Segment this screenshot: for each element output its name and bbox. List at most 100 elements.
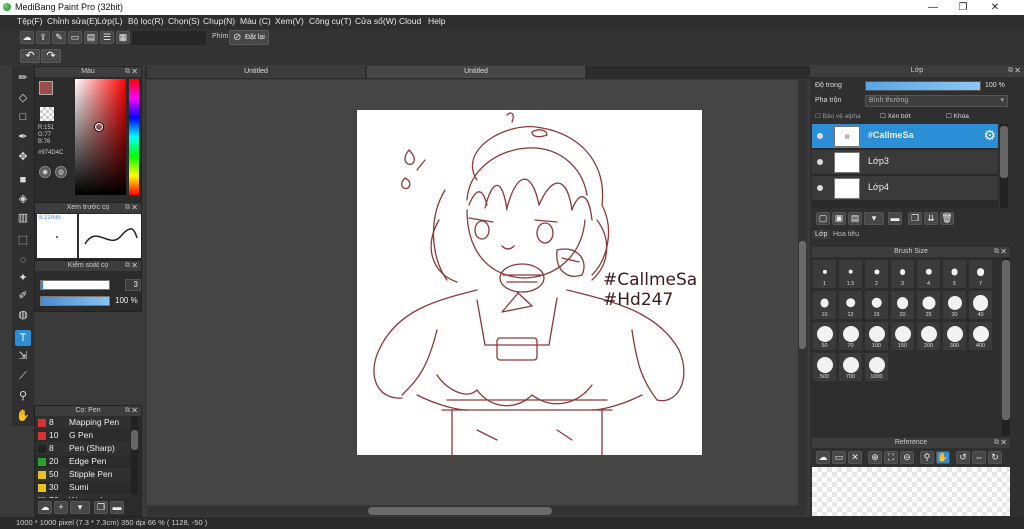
operation-tool-icon[interactable]: ⇲ [15, 348, 31, 364]
list-icon[interactable]: ☰ [100, 31, 114, 44]
clipping-checkbox[interactable]: ☐ Xén bớt [880, 112, 911, 120]
brush-size-cell[interactable]: 4 [916, 259, 941, 289]
maximize-button[interactable]: ❐ [948, 0, 978, 15]
tab-navigator[interactable]: Hoa tiêu [830, 230, 862, 239]
share-icon[interactable]: ⇪ [36, 31, 50, 44]
lasso-tool-icon[interactable]: ◌ [15, 252, 31, 268]
menu-layer[interactable]: Lớp(L) [97, 16, 122, 26]
brush-list-item[interactable]: 10 G Pen [36, 429, 130, 442]
tab-layer[interactable]: Lớp [812, 230, 831, 239]
cloud-icon[interactable]: ☁ [816, 451, 830, 464]
brush-size-cell[interactable]: 12 [838, 290, 863, 320]
brush-list-scroll-thumb[interactable] [131, 430, 138, 450]
grid-icon[interactable]: ▦ [116, 31, 130, 44]
add-brush-icon[interactable]: + [54, 501, 68, 514]
comment-icon[interactable]: ✎ [52, 31, 66, 44]
menu-color[interactable]: Màu (C) [240, 16, 271, 26]
menu-file[interactable]: Tệp(F) [17, 16, 43, 26]
popout-icon[interactable]: ⧉ [1008, 66, 1013, 76]
open-icon[interactable]: ▭ [832, 451, 846, 464]
menu-filter[interactable]: Bộ lọc(R) [128, 16, 163, 26]
brush-size-cell[interactable]: 25 [916, 290, 941, 320]
canvas-vertical-scroll-thumb[interactable] [799, 241, 806, 349]
select-tool-icon[interactable]: ⬚ [15, 232, 31, 248]
brush-size-cell[interactable]: 1 [812, 259, 837, 289]
brush-opacity-slider[interactable] [40, 296, 110, 306]
zoom-out-icon[interactable]: ⊖ [900, 451, 914, 464]
brush-size-cell[interactable]: 300 [942, 321, 967, 351]
eyedropper-tool-icon[interactable]: ⚲ [15, 388, 31, 404]
popout-icon[interactable]: ⧉ [125, 67, 130, 77]
reset-button[interactable]: ⊘ Đặt lại [229, 30, 269, 45]
eyedropper-icon[interactable]: ⚲ [920, 451, 934, 464]
color-set-icon[interactable]: ◍ [55, 166, 67, 178]
primary-color-swatch[interactable] [39, 81, 53, 95]
flip-icon[interactable]: ⇔ [972, 451, 986, 464]
layer-list-scroll-thumb[interactable] [1000, 126, 1008, 178]
duplicate-layer-icon[interactable]: ❐ [908, 212, 922, 225]
menu-select[interactable]: Chọn(S) [168, 16, 200, 26]
layer-row-lop4[interactable]: Lớp4 [812, 176, 998, 201]
close-button[interactable]: ✕ [980, 0, 1010, 15]
menu-tools[interactable]: Công cụ(T) [309, 16, 352, 26]
popout-icon[interactable]: ⧉ [994, 438, 999, 448]
redo-button[interactable]: ↷ [41, 49, 61, 63]
menu-view[interactable]: Xem(V) [275, 16, 304, 26]
layer-row-callmesa[interactable]: ▤ #CallmeSa ⚙ [812, 124, 998, 149]
select-eraser-tool-icon[interactable]: ◍ [15, 307, 31, 323]
brush-size-cell[interactable]: 100 [864, 321, 889, 351]
cloud-brush-icon[interactable]: ☁ [38, 501, 52, 514]
brush-size-cell[interactable]: 700 [838, 352, 863, 382]
brush-size-cell[interactable]: 20 [890, 290, 915, 320]
document-tab-1[interactable]: Untitled [147, 66, 365, 78]
folder-brush-icon[interactable]: ▬ [110, 501, 124, 514]
brush-size-cell[interactable]: 200 [916, 321, 941, 351]
popout-icon[interactable]: ⧉ [125, 261, 130, 271]
menu-help[interactable]: Help [428, 16, 445, 26]
close-icon[interactable]: ✕ [131, 67, 138, 77]
color-wheel-icon[interactable]: ◉ [39, 166, 51, 178]
brush-tool-icon[interactable]: ✏ [15, 70, 31, 86]
brush-size-cell[interactable]: 1.5 [838, 259, 863, 289]
brush-size-scrollbar[interactable] [1002, 258, 1010, 436]
popout-icon[interactable]: ⧉ [125, 406, 130, 416]
move-tool-icon[interactable]: ✥ [15, 149, 31, 165]
eye-icon[interactable] [817, 133, 823, 139]
gradient-tool-icon[interactable]: ▥ [15, 210, 31, 226]
select-pen-tool-icon[interactable]: ✐ [15, 288, 31, 304]
new-halftone-layer-icon[interactable]: ▣ [832, 212, 846, 225]
close-icon[interactable]: ✕ [1000, 247, 1007, 257]
transparent-swatch[interactable] [40, 107, 54, 121]
layer-row-lop3[interactable]: Lớp3 [812, 150, 998, 175]
rotate-left-icon[interactable]: ↺ [956, 451, 970, 464]
zoom-in-icon[interactable]: ⊕ [868, 451, 882, 464]
folder-icon[interactable]: ▬ [888, 212, 902, 225]
rectangle-tool-icon[interactable]: □ [15, 109, 31, 125]
brush-list-item[interactable]: 30 Sumi [36, 481, 130, 494]
brush-size-cell[interactable]: 150 [890, 321, 915, 351]
eraser-tool-icon[interactable]: ◇ [15, 90, 31, 106]
reference-view[interactable] [812, 467, 1010, 516]
document-tab-2[interactable]: Untitled [367, 66, 585, 78]
brush-size-cell[interactable]: 10 [812, 290, 837, 320]
brush-size-cell[interactable]: 15 [864, 290, 889, 320]
brush-size-cell[interactable]: 5 [942, 259, 967, 289]
page-icon[interactable]: ▤ [84, 31, 98, 44]
close-icon[interactable]: ✕ [131, 406, 138, 416]
brush-list-item[interactable]: 20 Edge Pen [36, 455, 130, 468]
layer-list-scrollbar[interactable] [1000, 124, 1008, 208]
rotate-right-icon[interactable]: ↻ [988, 451, 1002, 464]
brush-size-cell[interactable]: 3 [890, 259, 915, 289]
brush-size-cell[interactable]: 70 [838, 321, 863, 351]
eye-icon[interactable] [817, 185, 823, 191]
menu-window[interactable]: Cửa sổ(W) [355, 16, 397, 26]
close-icon[interactable]: ✕ [1000, 438, 1007, 448]
undo-button[interactable]: ↶ [20, 49, 40, 63]
lock-checkbox[interactable]: ☐ Khóa [946, 112, 969, 120]
saturation-brightness-field[interactable] [75, 79, 126, 195]
hand-icon[interactable]: ✋ [936, 451, 950, 464]
close-icon[interactable]: ✕ [848, 451, 862, 464]
brush-size-cell[interactable]: 7 [968, 259, 993, 289]
canvas-horizontal-scroll-thumb[interactable] [368, 507, 552, 515]
brush-size-cell[interactable]: 50 [812, 321, 837, 351]
